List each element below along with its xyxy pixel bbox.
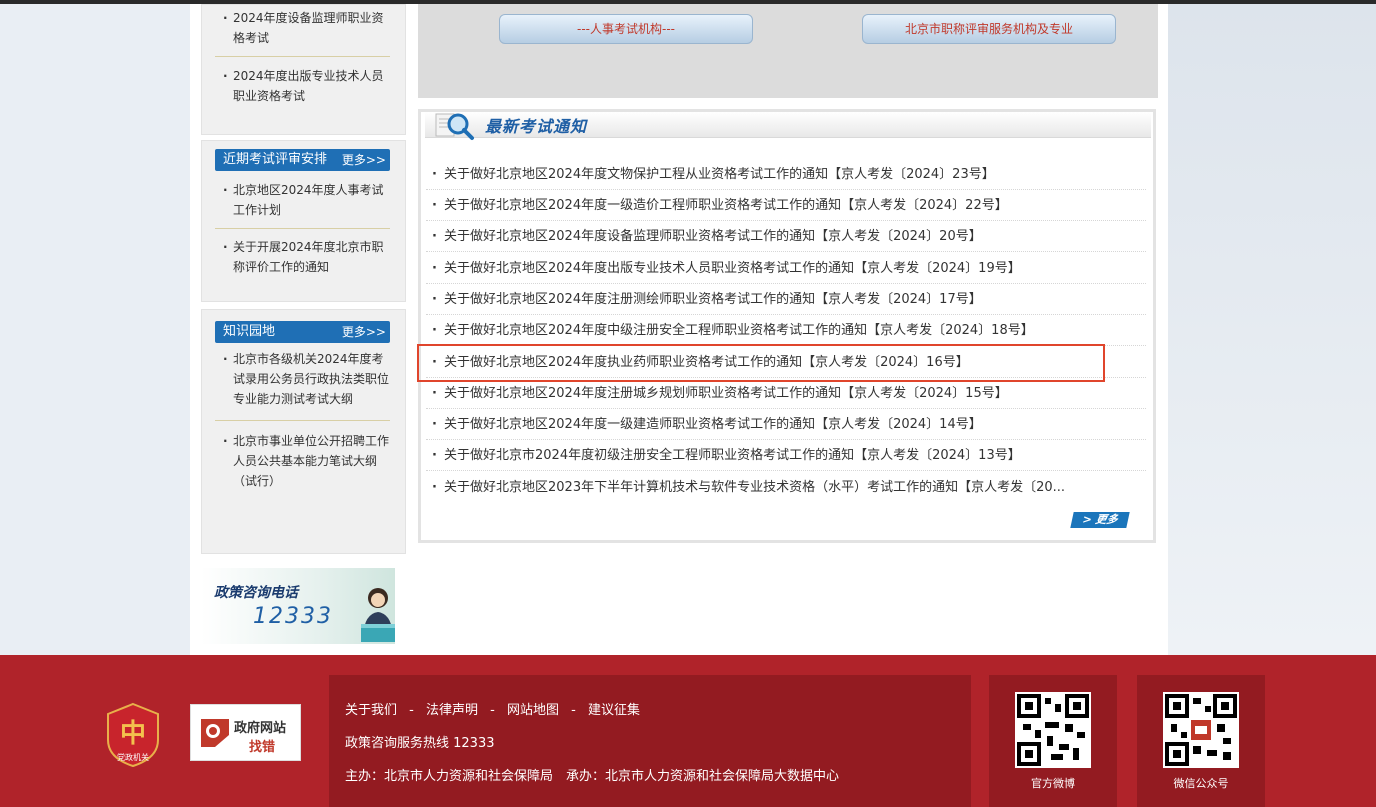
footer-link-about[interactable]: 关于我们 bbox=[345, 699, 397, 718]
wechat-qr-box[interactable]: 微信公众号 bbox=[1137, 675, 1265, 807]
footer-links: 关于我们 - 法律声明 - 网站地图 - 建议征集 bbox=[345, 699, 640, 718]
sidebar-item-equipment-supervisor[interactable]: 2024年度设备监理师职业资格考试 bbox=[215, 8, 390, 48]
news-item[interactable]: 关于做好北京市2024年度初级注册安全工程师职业资格考试工作的通知【京人考发〔2… bbox=[426, 440, 1146, 471]
news-title: 最新考试通知 bbox=[485, 117, 588, 136]
weibo-qr-icon bbox=[1015, 692, 1091, 768]
separator: - bbox=[490, 703, 495, 718]
news-item[interactable]: 关于做好北京地区2024年度中级注册安全工程师职业资格考试工作的通知【京人考发〔… bbox=[426, 315, 1146, 346]
footer-host-info: 主办：北京市人力资源和社会保障局 承办：北京市人力资源和社会保障局大数据中心 bbox=[345, 769, 840, 784]
footer-link-legal[interactable]: 法律声明 bbox=[426, 699, 478, 718]
weibo-qr-box[interactable]: 官方微博 bbox=[989, 675, 1117, 807]
divider bbox=[215, 56, 390, 57]
exam-schedule-more-link[interactable]: 更多>> bbox=[342, 149, 386, 171]
svg-text:党政机关: 党政机关 bbox=[117, 752, 149, 762]
news-item[interactable]: 关于做好北京地区2024年度文物保护工程从业资格考试工作的通知【京人考发〔202… bbox=[426, 159, 1146, 190]
wechat-label: 微信公众号 bbox=[1173, 777, 1229, 790]
right-background bbox=[1168, 4, 1376, 655]
news-item[interactable]: 关于做好北京地区2024年度出版专业技术人员职业资格考试工作的通知【京人考发〔2… bbox=[426, 253, 1146, 284]
sidebar-item-publishing[interactable]: 2024年度出版专业技术人员职业资格考试 bbox=[215, 66, 390, 106]
footer-hotline: 政策咨询服务热线 12333 bbox=[345, 736, 495, 751]
news-item[interactable]: 关于做好北京地区2024年度一级造价工程师职业资格考试工作的通知【京人考发〔20… bbox=[426, 190, 1146, 221]
news-item[interactable]: 关于做好北京地区2024年度注册城乡规划师职业资格考试工作的通知【京人考发〔20… bbox=[426, 378, 1146, 409]
operator-icon bbox=[361, 588, 395, 642]
hr-exam-institutions-button[interactable]: ---人事考试机构--- bbox=[499, 14, 753, 44]
exam-schedule-header: 近期考试评审安排 更多>> bbox=[215, 149, 390, 171]
search-icon bbox=[201, 719, 229, 747]
news-item[interactable]: 关于做好北京地区2024年度注册测绘师职业资格考试工作的通知【京人考发〔2024… bbox=[426, 284, 1146, 315]
news-item-licensed-pharmacist[interactable]: 关于做好北京地区2024年度执业药师职业资格考试工作的通知【京人考发〔2024〕… bbox=[426, 347, 1146, 378]
sidebar-item-title-evaluation[interactable]: 关于开展2024年度北京市职称评价工作的通知 bbox=[215, 237, 390, 277]
sidebar-item-civil-servant-syllabus[interactable]: 北京市各级机关2024年度考试录用公务员行政执法类职位专业能力测试考试大纲 bbox=[215, 349, 390, 409]
find-error-label: 找错 bbox=[249, 740, 276, 755]
footer-link-suggestions[interactable]: 建议征集 bbox=[588, 699, 640, 718]
weibo-label: 官方微博 bbox=[1031, 777, 1075, 790]
separator: - bbox=[409, 703, 414, 718]
hotline-title: 政策咨询电话 bbox=[214, 585, 298, 601]
footer-link-sitemap[interactable]: 网站地图 bbox=[507, 699, 559, 718]
wechat-qr-icon bbox=[1163, 692, 1239, 768]
exam-schedule-title: 近期考试评审安排 bbox=[223, 152, 328, 167]
gov-site-label: 政府网站 bbox=[234, 721, 287, 736]
svg-text:中: 中 bbox=[120, 719, 146, 749]
separator: - bbox=[571, 703, 576, 718]
divider bbox=[215, 420, 390, 421]
hotline-banner[interactable]: 政策咨询电话 12333 bbox=[201, 568, 395, 644]
knowledge-more-link[interactable]: 更多>> bbox=[342, 321, 386, 343]
news-more-button[interactable]: > 更多 bbox=[1070, 512, 1130, 528]
party-government-badge-icon[interactable]: 中 党政机关 bbox=[106, 702, 160, 768]
magnifier-icon bbox=[435, 113, 474, 140]
sidebar-item-institution-syllabus[interactable]: 北京市事业单位公开招聘工作人员公共基本能力笔试大纲（试行） bbox=[215, 431, 390, 491]
knowledge-title: 知识园地 bbox=[223, 324, 276, 339]
news-item[interactable]: 关于做好北京地区2023年下半年计算机技术与软件专业技术资格（水平）考试工作的通… bbox=[426, 472, 1146, 503]
knowledge-header: 知识园地 更多>> bbox=[215, 321, 390, 343]
hotline-number: 12333 bbox=[253, 604, 333, 629]
news-item[interactable]: 关于做好北京地区2024年度一级建造师职业资格考试工作的通知【京人考发〔2024… bbox=[426, 409, 1146, 440]
sidebar-item-exam-plan[interactable]: 北京地区2024年度人事考试工作计划 bbox=[215, 180, 390, 220]
government-website-error-report[interactable]: 政府网站 找错 bbox=[190, 704, 301, 761]
divider bbox=[215, 228, 390, 229]
title-evaluation-services-button[interactable]: 北京市职称评审服务机构及专业 bbox=[862, 14, 1116, 44]
news-item[interactable]: 关于做好北京地区2024年度设备监理师职业资格考试工作的通知【京人考发〔2024… bbox=[426, 221, 1146, 252]
